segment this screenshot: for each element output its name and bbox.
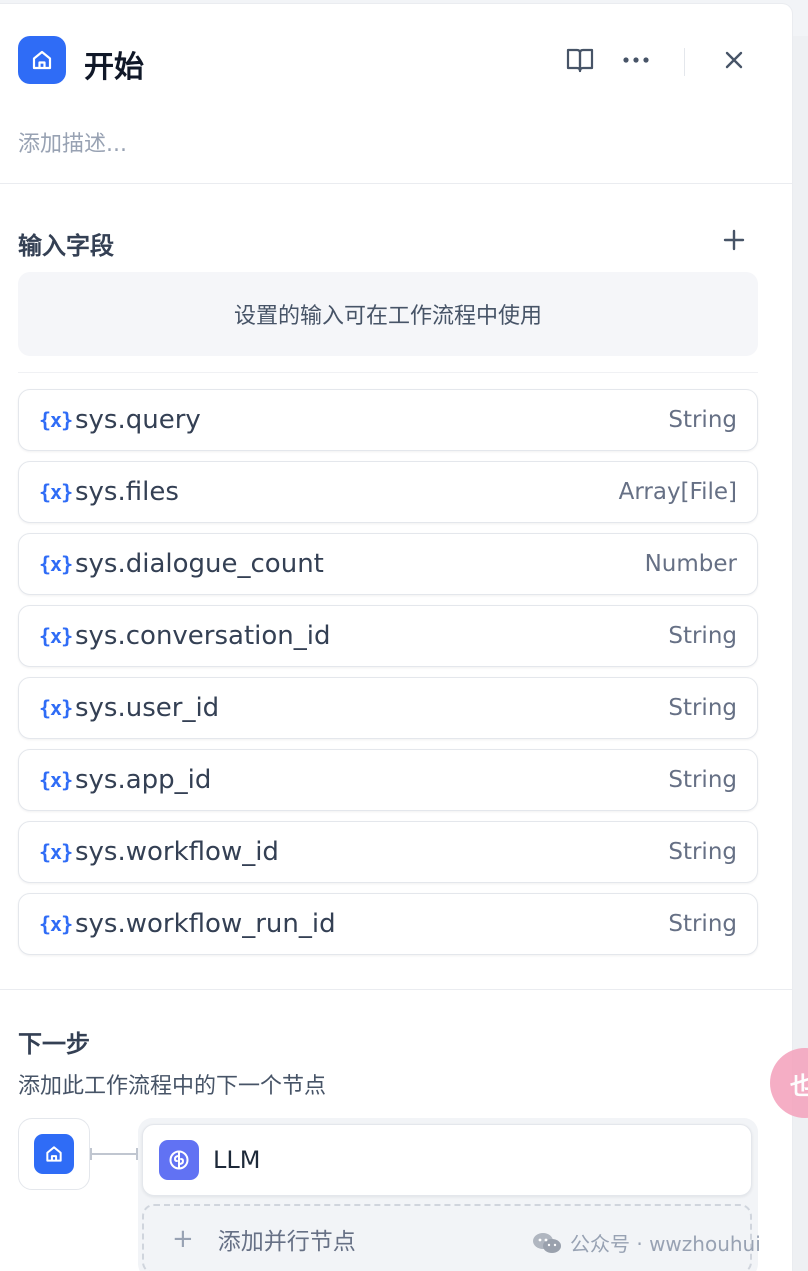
input-fields-title: 输入字段 xyxy=(18,232,114,260)
current-node-thumbnail xyxy=(18,1118,90,1190)
panel-header: 开始 xyxy=(18,34,756,90)
header-divider xyxy=(684,48,685,76)
variable-type: String xyxy=(668,839,737,865)
variable-name: sys.conversation_id xyxy=(75,621,331,651)
start-node-panel: 开始 添加描述... 输入字段 设置的输入可在工作流程中使用 {x} sys.q… xyxy=(0,4,792,1271)
variable-type: String xyxy=(668,767,737,793)
variable-type: String xyxy=(668,911,737,937)
add-input-field-button[interactable] xyxy=(718,224,750,256)
divider xyxy=(0,183,792,184)
input-fields-hint: 设置的输入可在工作流程中使用 xyxy=(18,272,758,356)
variable-icon: {x} xyxy=(39,408,73,432)
floating-bubble-text: 也 xyxy=(790,1071,808,1100)
variable-row[interactable]: {x} sys.workflow_run_id String xyxy=(18,893,758,955)
next-step-title: 下一步 xyxy=(18,1030,90,1058)
wechat-icon xyxy=(533,1232,561,1253)
llm-brain-icon xyxy=(159,1140,199,1180)
plus-icon: + xyxy=(172,1224,194,1254)
next-node-label: LLM xyxy=(213,1146,261,1174)
variable-row[interactable]: {x} sys.workflow_id String xyxy=(18,821,758,883)
variable-icon: {x} xyxy=(39,840,73,864)
variable-row[interactable]: {x} sys.query String xyxy=(18,389,758,451)
variable-name: sys.dialogue_count xyxy=(75,549,324,579)
variable-row[interactable]: {x} sys.files Array[File] xyxy=(18,461,758,523)
add-parallel-node-label: 添加并行节点 xyxy=(217,1229,356,1255)
variable-name: sys.user_id xyxy=(75,693,220,723)
system-variable-list: {x} sys.query String {x} sys.files Array… xyxy=(18,389,758,965)
variable-type: String xyxy=(668,623,737,649)
variable-type: Number xyxy=(644,551,737,577)
variable-row[interactable]: {x} sys.app_id String xyxy=(18,749,758,811)
variable-row[interactable]: {x} sys.dialogue_count Number xyxy=(18,533,758,595)
close-icon[interactable] xyxy=(716,42,752,78)
watermark-text: 公众号 · wwzhouhui xyxy=(570,1232,761,1256)
divider xyxy=(18,372,758,373)
variable-icon: {x} xyxy=(39,912,73,936)
variable-icon: {x} xyxy=(39,624,73,648)
node-connector xyxy=(90,1148,138,1160)
home-icon xyxy=(18,36,66,84)
home-icon xyxy=(34,1134,74,1174)
variable-type: String xyxy=(668,407,737,433)
next-node-llm[interactable]: LLM xyxy=(142,1124,752,1196)
variable-name: sys.workflow_run_id xyxy=(75,909,336,939)
variable-icon: {x} xyxy=(39,696,73,720)
variable-row[interactable]: {x} sys.conversation_id String xyxy=(18,605,758,667)
description-input[interactable]: 添加描述... xyxy=(18,126,127,158)
more-options-icon[interactable] xyxy=(618,42,654,78)
variable-name: sys.app_id xyxy=(75,765,212,795)
variable-icon: {x} xyxy=(39,768,73,792)
node-title[interactable]: 开始 xyxy=(84,42,144,86)
variable-type: Array[File] xyxy=(618,479,737,505)
variable-icon: {x} xyxy=(39,552,73,576)
variable-name: sys.query xyxy=(75,405,201,435)
variable-icon: {x} xyxy=(39,480,73,504)
variable-name: sys.workflow_id xyxy=(75,837,279,867)
divider xyxy=(0,989,792,990)
next-step-description: 添加此工作流程中的下一个节点 xyxy=(18,1074,327,1099)
variable-row[interactable]: {x} sys.user_id String xyxy=(18,677,758,739)
variable-type: String xyxy=(668,695,737,721)
variable-name: sys.files xyxy=(75,477,179,507)
watermark: 公众号 · wwzhouhui xyxy=(532,1228,761,1257)
book-icon[interactable] xyxy=(562,42,598,78)
